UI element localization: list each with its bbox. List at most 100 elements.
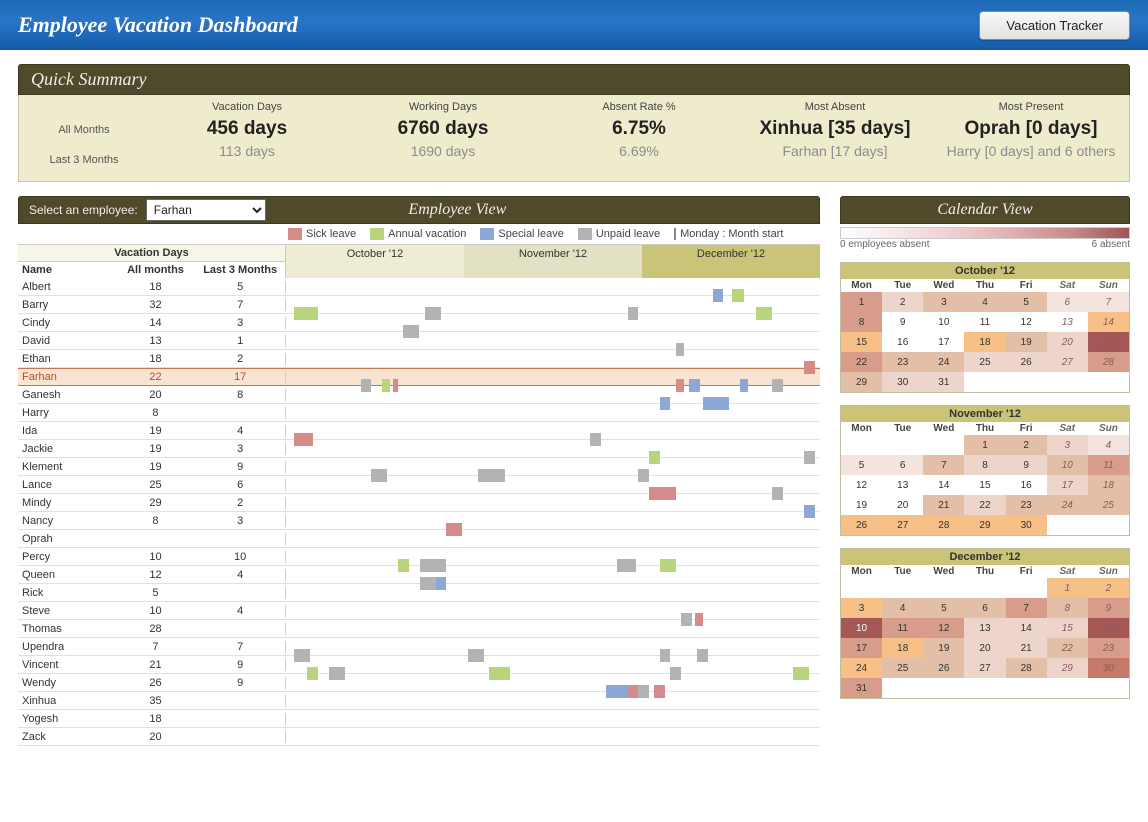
cal-day[interactable]: 16 bbox=[1006, 475, 1047, 495]
cal-day[interactable]: 2 bbox=[882, 292, 923, 312]
cal-day[interactable]: 12 bbox=[923, 618, 964, 638]
cal-day[interactable]: 23 bbox=[1088, 638, 1129, 658]
cal-day[interactable]: 13 bbox=[882, 475, 923, 495]
table-row[interactable]: Harry 8 bbox=[18, 404, 820, 422]
cal-day[interactable]: 28 bbox=[1006, 658, 1047, 678]
cal-day[interactable]: 26 bbox=[1006, 352, 1047, 372]
cal-day[interactable]: 9 bbox=[882, 312, 923, 332]
cal-day[interactable]: 2 bbox=[1006, 435, 1047, 455]
table-row[interactable]: Wendy 26 9 bbox=[18, 674, 820, 692]
table-row[interactable]: Zack 20 bbox=[18, 728, 820, 746]
cal-day[interactable]: 14 bbox=[1006, 618, 1047, 638]
employee-select[interactable]: Farhan bbox=[146, 199, 266, 221]
cal-day[interactable]: 15 bbox=[841, 332, 882, 352]
cal-day[interactable]: 15 bbox=[964, 475, 1005, 495]
table-row[interactable]: Upendra 7 7 bbox=[18, 638, 820, 656]
cal-day[interactable]: 20 bbox=[964, 638, 1005, 658]
cal-day[interactable]: 27 bbox=[1047, 352, 1088, 372]
cal-day[interactable]: 8 bbox=[964, 455, 1005, 475]
table-row[interactable]: Ida 19 4 bbox=[18, 422, 820, 440]
table-row[interactable]: Steve 10 4 bbox=[18, 602, 820, 620]
cal-day[interactable]: 22 bbox=[1047, 638, 1088, 658]
cal-day[interactable]: 12 bbox=[1006, 312, 1047, 332]
cal-day[interactable]: 20 bbox=[1047, 332, 1088, 352]
table-row[interactable]: Yogesh 18 bbox=[18, 710, 820, 728]
cal-day[interactable]: 17 bbox=[841, 638, 882, 658]
cal-day[interactable]: 23 bbox=[1006, 495, 1047, 515]
cal-day[interactable]: 15 bbox=[1047, 618, 1088, 638]
cal-day[interactable]: 2 bbox=[1088, 578, 1129, 598]
table-row[interactable]: Farhan 22 17 bbox=[18, 368, 820, 386]
cal-day[interactable]: 21 bbox=[1006, 638, 1047, 658]
cal-day[interactable]: 10 bbox=[1047, 455, 1088, 475]
table-row[interactable]: Xinhua 35 bbox=[18, 692, 820, 710]
cal-day[interactable]: 24 bbox=[841, 658, 882, 678]
cal-day[interactable]: 3 bbox=[923, 292, 964, 312]
cal-day[interactable]: 30 bbox=[1006, 515, 1047, 535]
cal-day[interactable]: 11 bbox=[882, 618, 923, 638]
cal-day[interactable]: 9 bbox=[1088, 598, 1129, 618]
cal-day[interactable]: 1 bbox=[964, 435, 1005, 455]
cal-day[interactable]: 4 bbox=[964, 292, 1005, 312]
cal-day[interactable]: 7 bbox=[923, 455, 964, 475]
cal-day[interactable]: 27 bbox=[882, 515, 923, 535]
table-row[interactable]: Mindy 29 2 bbox=[18, 494, 820, 512]
cal-day[interactable]: 3 bbox=[1047, 435, 1088, 455]
cal-day[interactable]: 11 bbox=[1088, 455, 1129, 475]
cal-day[interactable]: 6 bbox=[882, 455, 923, 475]
cal-day[interactable]: 31 bbox=[841, 678, 882, 698]
cal-day[interactable]: 18 bbox=[1088, 475, 1129, 495]
cal-day[interactable]: 24 bbox=[923, 352, 964, 372]
cal-day[interactable]: 8 bbox=[841, 312, 882, 332]
cal-day[interactable]: 21 bbox=[923, 495, 964, 515]
cal-day[interactable]: 6 bbox=[1047, 292, 1088, 312]
cal-day[interactable]: 30 bbox=[882, 372, 923, 392]
cal-day[interactable]: 19 bbox=[841, 495, 882, 515]
table-row[interactable]: Jackie 19 3 bbox=[18, 440, 820, 458]
table-row[interactable]: Albert 18 5 bbox=[18, 278, 820, 296]
cal-day[interactable]: 26 bbox=[923, 658, 964, 678]
cal-day[interactable]: 31 bbox=[923, 372, 964, 392]
cal-day[interactable]: 13 bbox=[964, 618, 1005, 638]
cal-day[interactable]: 9 bbox=[1006, 455, 1047, 475]
cal-day[interactable]: 6 bbox=[964, 598, 1005, 618]
cal-day[interactable]: 7 bbox=[1088, 292, 1129, 312]
cal-day[interactable]: 27 bbox=[964, 658, 1005, 678]
cal-day[interactable]: 5 bbox=[1006, 292, 1047, 312]
cal-day[interactable]: 14 bbox=[1088, 312, 1129, 332]
cal-day[interactable]: 28 bbox=[1088, 352, 1129, 372]
cal-day[interactable]: 1 bbox=[841, 292, 882, 312]
table-row[interactable]: Oprah bbox=[18, 530, 820, 548]
table-row[interactable]: Cindy 14 3 bbox=[18, 314, 820, 332]
cal-day[interactable]: 7 bbox=[1006, 598, 1047, 618]
table-row[interactable]: Ethan 18 2 bbox=[18, 350, 820, 368]
cal-day[interactable]: 28 bbox=[923, 515, 964, 535]
cal-day[interactable]: 24 bbox=[1047, 495, 1088, 515]
cal-day[interactable]: 13 bbox=[1047, 312, 1088, 332]
cal-day[interactable]: 25 bbox=[882, 658, 923, 678]
cal-day[interactable]: 14 bbox=[923, 475, 964, 495]
cal-day[interactable]: 19 bbox=[1006, 332, 1047, 352]
cal-day[interactable]: 25 bbox=[964, 352, 1005, 372]
cal-day[interactable]: 22 bbox=[841, 352, 882, 372]
vacation-tracker-button[interactable]: Vacation Tracker bbox=[979, 11, 1130, 40]
cal-day[interactable]: 22 bbox=[964, 495, 1005, 515]
cal-day[interactable]: 5 bbox=[923, 598, 964, 618]
table-row[interactable]: Percy 10 10 bbox=[18, 548, 820, 566]
table-row[interactable]: Nancy 8 3 bbox=[18, 512, 820, 530]
table-row[interactable]: Klement 19 9 bbox=[18, 458, 820, 476]
cal-day[interactable]: 3 bbox=[841, 598, 882, 618]
cal-day[interactable]: 16 bbox=[1088, 618, 1129, 638]
cal-day[interactable]: 8 bbox=[1047, 598, 1088, 618]
cal-day[interactable]: 18 bbox=[882, 638, 923, 658]
table-row[interactable]: Barry 32 7 bbox=[18, 296, 820, 314]
cal-day[interactable]: 18 bbox=[964, 332, 1005, 352]
cal-day[interactable]: 19 bbox=[923, 638, 964, 658]
cal-day[interactable]: 12 bbox=[841, 475, 882, 495]
cal-day[interactable]: 10 bbox=[841, 618, 882, 638]
cal-day[interactable]: 17 bbox=[1047, 475, 1088, 495]
cal-day[interactable]: 17 bbox=[923, 332, 964, 352]
cal-day[interactable]: 25 bbox=[1088, 495, 1129, 515]
cal-day[interactable]: 21 bbox=[1088, 332, 1129, 352]
cal-day[interactable]: 16 bbox=[882, 332, 923, 352]
